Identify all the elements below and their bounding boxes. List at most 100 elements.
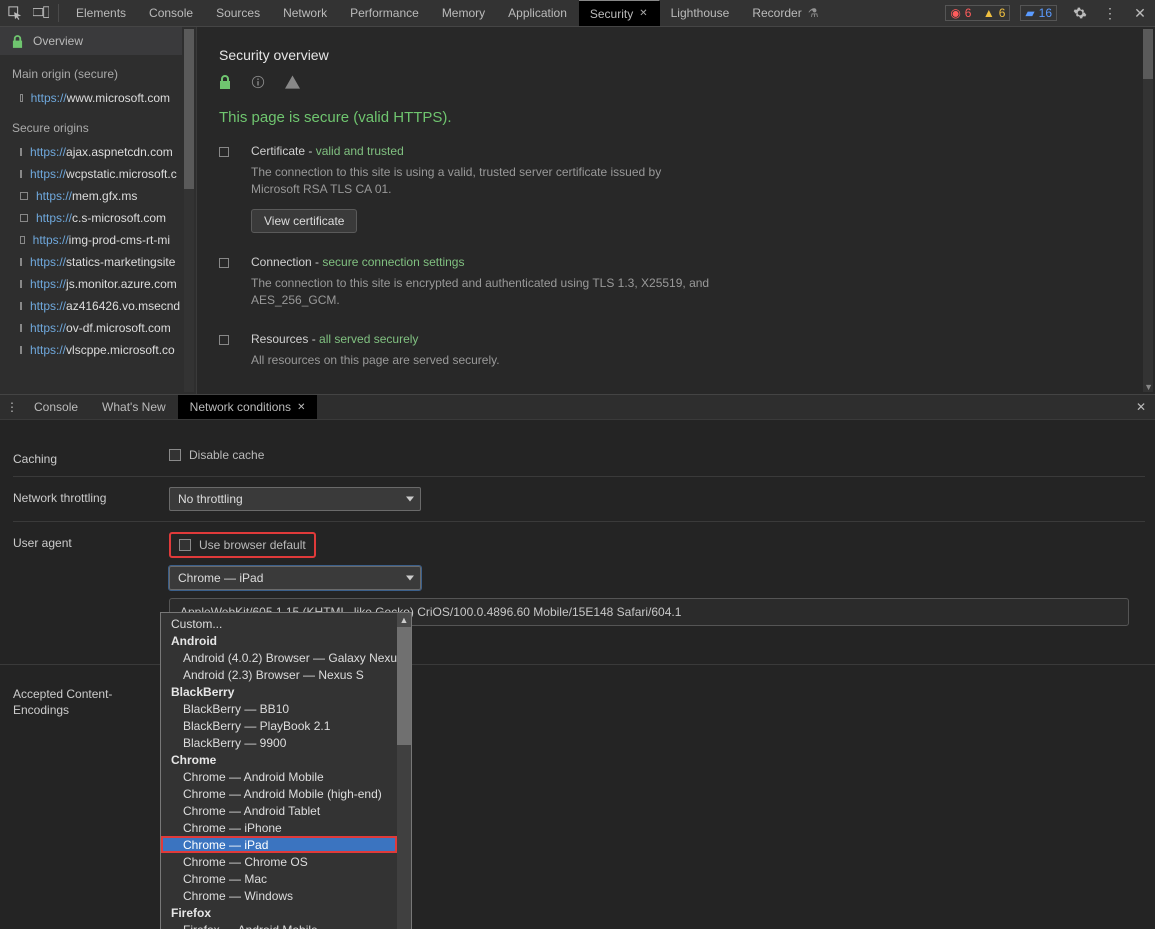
origin-item[interactable]: https://az416426.vo.msecnd xyxy=(0,295,182,317)
secure-origins-title: Secure origins xyxy=(0,109,182,141)
tab-performance[interactable]: Performance xyxy=(339,0,431,26)
tab-memory[interactable]: Memory xyxy=(431,0,497,26)
ua-option[interactable]: BlackBerry — BB10 xyxy=(161,700,397,717)
disable-cache-checkbox[interactable] xyxy=(169,449,181,461)
issues-count[interactable]: ▰16 xyxy=(1020,5,1057,21)
chevron-down-icon[interactable]: ▼ xyxy=(1144,382,1153,392)
inspect-icon[interactable] xyxy=(4,2,26,24)
accepted-encodings-label: Accepted Content-Encodings xyxy=(13,683,161,718)
ua-option[interactable]: BlackBerry — PlayBook 2.1 xyxy=(161,717,397,734)
view-certificate-button[interactable]: View certificate xyxy=(251,209,357,233)
origin-item[interactable]: https://js.monitor.azure.com xyxy=(0,273,182,295)
origin-item[interactable]: https://statics-marketingsite xyxy=(0,251,182,273)
user-agent-label: User agent xyxy=(13,532,161,550)
ua-group: Chrome xyxy=(161,751,397,768)
status-square-icon xyxy=(20,170,22,178)
status-square-icon xyxy=(20,258,22,266)
ua-option[interactable]: Chrome — Android Mobile (high-end) xyxy=(161,785,397,802)
ua-option[interactable]: Chrome — iPad xyxy=(161,836,397,853)
origin-item[interactable]: https://img-prod-cms-rt-mi xyxy=(0,229,182,251)
origin-item[interactable]: https://ajax.aspnetcdn.com xyxy=(0,141,182,163)
close-devtools-icon[interactable]: ✕ xyxy=(1129,2,1151,24)
chevron-down-icon xyxy=(406,497,414,502)
ua-option[interactable]: Custom... xyxy=(161,615,397,632)
status-square-icon xyxy=(20,94,23,102)
drawer-tabs: ⋮ ConsoleWhat's NewNetwork conditions✕ ✕ xyxy=(0,394,1155,420)
connection-description: The connection to this site is encrypted… xyxy=(251,275,711,310)
tab-sources[interactable]: Sources xyxy=(205,0,272,26)
origin-item[interactable]: https://vlscppe.microsoft.co xyxy=(0,339,182,361)
caching-label: Caching xyxy=(13,448,161,466)
origin-item[interactable]: https://c.s-microsoft.com xyxy=(0,207,182,229)
status-square-icon xyxy=(20,324,22,332)
origin-item[interactable]: https://wcpstatic.microsoft.c xyxy=(0,163,182,185)
scroll-up-icon[interactable]: ▲ xyxy=(397,613,411,627)
use-browser-default-checkbox[interactable] xyxy=(179,539,191,551)
status-square-icon xyxy=(20,346,22,354)
close-drawer-icon[interactable]: ✕ xyxy=(1129,400,1153,414)
device-toggle-icon[interactable] xyxy=(30,2,52,24)
ua-group: Android xyxy=(161,632,397,649)
ua-option[interactable]: Firefox — Android Mobile xyxy=(161,921,397,929)
tab-console[interactable]: Console xyxy=(138,0,205,26)
ua-group: Firefox xyxy=(161,904,397,921)
experiment-icon: ⚗ xyxy=(808,6,819,20)
dropdown-scrollbar-thumb[interactable] xyxy=(397,627,411,745)
sidebar-scrollbar-thumb[interactable] xyxy=(184,29,194,189)
ua-option[interactable]: Chrome — iPhone xyxy=(161,819,397,836)
page-secure-message: This page is secure (valid HTTPS). xyxy=(219,109,1133,126)
throttling-label: Network throttling xyxy=(13,487,161,505)
security-panel: Overview Main origin (secure) https://ww… xyxy=(0,27,1155,394)
error-count[interactable]: ◉6 ▲6 xyxy=(945,5,1010,21)
disable-cache-label: Disable cache xyxy=(189,448,264,462)
status-square-icon xyxy=(20,302,22,310)
warning-icon xyxy=(285,75,300,89)
resources-description: All resources on this page are served se… xyxy=(251,352,500,369)
security-overview-title: Security overview xyxy=(219,47,1133,63)
sidebar-overview-label: Overview xyxy=(33,34,83,48)
kebab-menu-icon[interactable]: ⋮ xyxy=(1099,2,1121,24)
security-sidebar: Overview Main origin (secure) https://ww… xyxy=(0,27,197,394)
ua-option[interactable]: Chrome — Android Mobile xyxy=(161,768,397,785)
sidebar-overview[interactable]: Overview xyxy=(0,27,182,55)
panel-tabs: ElementsConsoleSourcesNetworkPerformance… xyxy=(65,0,830,26)
status-square-icon xyxy=(20,280,22,288)
chevron-down-icon xyxy=(406,576,414,581)
ua-option[interactable]: BlackBerry — 9900 xyxy=(161,734,397,751)
tab-network[interactable]: Network xyxy=(272,0,339,26)
main-origin-item[interactable]: https://www.microsoft.com xyxy=(0,87,182,109)
origin-item[interactable]: https://mem.gfx.ms xyxy=(0,185,182,207)
throttling-select[interactable]: No throttling xyxy=(169,487,421,511)
ua-option[interactable]: Chrome — Mac xyxy=(161,870,397,887)
user-agent-dropdown[interactable]: Custom...AndroidAndroid (4.0.2) Browser … xyxy=(160,612,412,929)
tab-elements[interactable]: Elements xyxy=(65,0,138,26)
drawer-menu-icon[interactable]: ⋮ xyxy=(2,400,22,414)
origin-item[interactable]: https://ov-df.microsoft.com xyxy=(0,317,182,339)
ua-option[interactable]: Chrome — Android Tablet xyxy=(161,802,397,819)
ua-option[interactable]: Chrome — Chrome OS xyxy=(161,853,397,870)
drawer-tab-console[interactable]: Console xyxy=(22,395,90,419)
status-square-icon xyxy=(20,192,28,200)
security-main: Security overview This page is secure (v… xyxy=(197,27,1155,394)
close-tab-icon[interactable]: ✕ xyxy=(297,402,305,413)
close-tab-icon[interactable]: ✕ xyxy=(639,8,647,19)
ua-option[interactable]: Android (2.3) Browser — Nexus S xyxy=(161,666,397,683)
user-agent-select[interactable]: Chrome — iPad xyxy=(169,566,421,590)
certificate-description: The connection to this site is using a v… xyxy=(251,164,711,199)
ua-option[interactable]: Android (4.0.2) Browser — Galaxy Nexus xyxy=(161,649,397,666)
ua-group: BlackBerry xyxy=(161,683,397,700)
tab-security[interactable]: Security✕ xyxy=(579,0,660,26)
caching-row: Caching Disable cache xyxy=(13,438,1145,477)
drawer-tab-what-s-new[interactable]: What's New xyxy=(90,395,178,419)
main-scrollbar-thumb[interactable] xyxy=(1143,29,1153,79)
devtools-toolbar: ElementsConsoleSourcesNetworkPerformance… xyxy=(0,0,1155,27)
settings-gear-icon[interactable] xyxy=(1069,2,1091,24)
tab-application[interactable]: Application xyxy=(497,0,579,26)
drawer-tab-network-conditions[interactable]: Network conditions✕ xyxy=(178,395,318,419)
tab-recorder[interactable]: Recorder ⚗ xyxy=(741,0,830,26)
tab-lighthouse[interactable]: Lighthouse xyxy=(660,0,742,26)
info-icon xyxy=(251,75,265,89)
ua-option[interactable]: Chrome — Windows xyxy=(161,887,397,904)
status-square-icon xyxy=(20,148,22,156)
status-square-icon xyxy=(20,236,25,244)
